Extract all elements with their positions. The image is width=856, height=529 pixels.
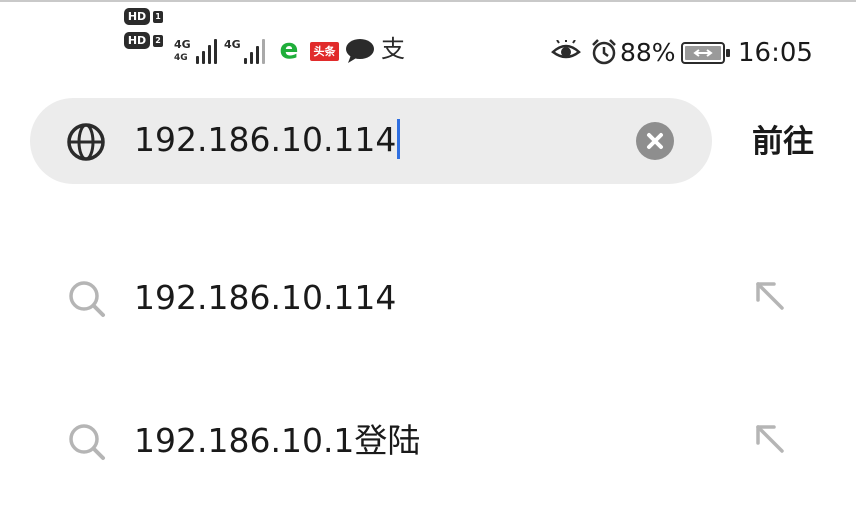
battery-charging-icon [681,41,731,70]
network-type-sub: 4G [174,53,188,63]
arrow-up-left-icon[interactable] [754,280,786,317]
sim2-hd-indicator: HD 2 [124,32,164,50]
sim-index: 2 [153,35,163,47]
suggestion-item[interactable]: 192.186.10.114 [0,252,856,344]
hd-badge: HD [124,32,150,49]
url-input[interactable]: 192.186.10.114 [134,118,401,162]
suggestion-text: 192.186.10.1登陆 [134,421,421,460]
toutiao-icon: 头条 [310,42,339,61]
chat-bubble-icon [345,38,375,69]
signal2-icon: 4G [224,36,268,64]
search-icon [68,280,106,323]
browser-e-icon: e [279,32,299,65]
close-icon [647,133,663,149]
go-button[interactable]: 前往 [752,120,814,164]
url-input-value: 192.186.10.114 [134,120,397,159]
eye-comfort-icon [551,39,581,67]
arrow-up-left-icon[interactable] [754,423,786,460]
network-type-label: 4G [174,38,191,51]
text-caret [397,118,401,159]
battery-percent: 88% [620,38,676,67]
suggestion-item[interactable]: 192.186.10.1登陆 [0,395,856,487]
search-icon [68,423,106,466]
alarm-icon [590,38,618,71]
clear-button[interactable] [636,122,674,160]
suggestion-text: 192.186.10.114 [134,278,397,317]
address-bar[interactable]: 192.186.10.114 [30,98,712,184]
sim-index: 1 [153,11,163,23]
clock: 16:05 [738,38,813,68]
top-border [0,0,856,2]
globe-icon [66,122,106,167]
alipay-icon: 支 [381,35,405,63]
signal1-icon: 4G 4G [174,36,218,64]
sim1-hd-indicator: HD 1 [124,8,164,26]
hd-badge: HD [124,8,150,25]
network-type-label: 4G [224,38,241,51]
